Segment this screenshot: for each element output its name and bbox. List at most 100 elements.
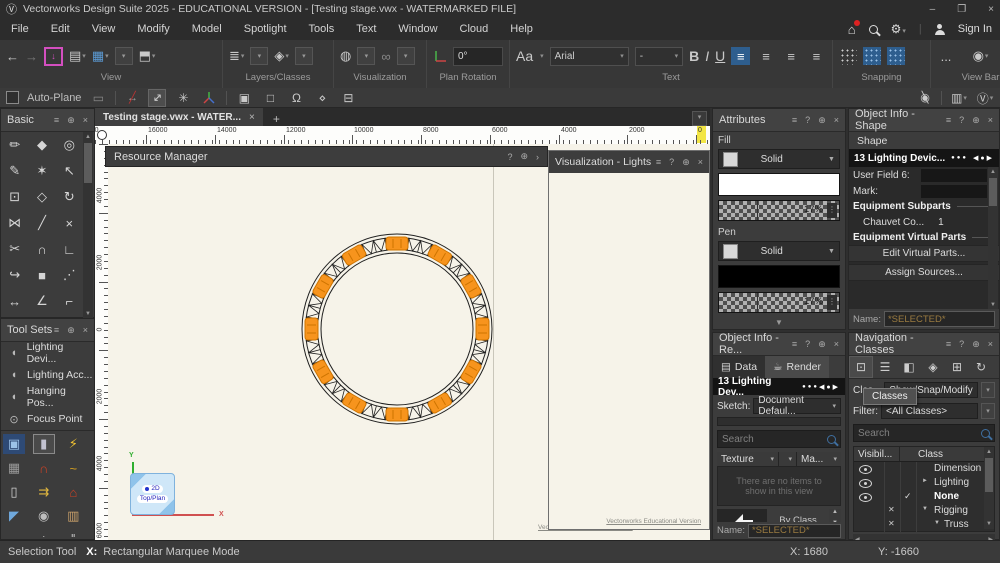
- attributes-expander[interactable]: ▼: [718, 318, 840, 327]
- user-avatar-icon[interactable]: [934, 24, 945, 35]
- move-by-points-tool[interactable]: ⊡: [1, 184, 28, 210]
- align-right-button[interactable]: ≡: [782, 47, 801, 65]
- document-tab[interactable]: Testing stage.vwx - WATER... ×: [95, 108, 263, 126]
- menu-help[interactable]: Help: [499, 23, 544, 35]
- tab-shape[interactable]: Shape: [849, 132, 999, 149]
- align-justify-button[interactable]: ≡: [807, 47, 826, 65]
- 3d-axis-mode-icon[interactable]: [200, 89, 218, 107]
- shape-panel-scrollbar[interactable]: ▲ ▼: [988, 167, 998, 310]
- palette-pin-icon[interactable]: ⊕: [972, 339, 980, 350]
- truss-tool[interactable]: ▮: [32, 434, 55, 454]
- rotate-tool[interactable]: ↻: [56, 184, 83, 210]
- class-row-lighting[interactable]: ► Lighting: [854, 476, 994, 490]
- menu-file[interactable]: File: [0, 23, 40, 35]
- offset-tool[interactable]: ↪: [1, 262, 28, 288]
- house-rigging-tool[interactable]: ⌂: [62, 482, 84, 502]
- fill-opacity-menu-icon[interactable]: ⋮: [827, 203, 837, 218]
- palette-close-icon[interactable]: ×: [83, 115, 88, 125]
- hidden-x-icon[interactable]: ✕: [888, 519, 895, 528]
- working-plane-icon[interactable]: ▭: [89, 89, 107, 107]
- power-tool[interactable]: ⚡: [62, 434, 84, 454]
- lighting-device[interactable]: [385, 407, 409, 422]
- expand-arrow-icon[interactable]: ►: [922, 478, 928, 484]
- assign-sources-button[interactable]: Assign Sources...: [849, 264, 999, 281]
- italic-button[interactable]: I: [705, 48, 709, 64]
- visible-eye-icon[interactable]: [859, 465, 872, 474]
- class-row-none[interactable]: ✓ None: [854, 490, 994, 504]
- fill-opacity-slider[interactable]: 17% ⋮: [718, 200, 840, 221]
- layers-dropdown[interactable]: ▾: [250, 47, 269, 65]
- name-input[interactable]: *SELECTED*: [747, 523, 841, 538]
- close-button[interactable]: ×: [988, 4, 994, 15]
- column-visibility[interactable]: Visibil...: [854, 447, 900, 461]
- text-style-icon[interactable]: Aa: [516, 48, 533, 64]
- video-screen-tool[interactable]: ◤: [3, 506, 25, 526]
- underline-button[interactable]: U: [715, 48, 725, 64]
- dim-angle-tool[interactable]: ⌐: [56, 288, 83, 314]
- palette-pin-icon[interactable]: ⊕: [682, 157, 690, 168]
- basic-palette-scrollbar[interactable]: ▲ ▼: [83, 132, 93, 319]
- wand-tool[interactable]: ✶: [28, 158, 55, 184]
- render-dropdown[interactable]: ▾: [357, 47, 376, 65]
- render-style-dropdown[interactable]: ▾: [396, 47, 415, 65]
- new-tab-button[interactable]: +: [273, 112, 280, 126]
- nav-tab-saved-views[interactable]: ◈: [921, 356, 945, 378]
- multiple-object-mode-icon[interactable]: ✳: [174, 89, 192, 107]
- menu-spotlight[interactable]: Spotlight: [233, 23, 298, 35]
- lighting-device[interactable]: [475, 317, 490, 341]
- pen-style-dropdown[interactable]: Solid ▼: [718, 241, 840, 261]
- sketch-dropdown[interactable]: Document Defaul... ▾: [753, 395, 841, 417]
- next-object-button[interactable]: ▶: [833, 384, 840, 391]
- pen-opacity-slider[interactable]: 17% ⋮: [718, 292, 840, 313]
- toolset-lighting-accessories[interactable]: ◖ Lighting Acc...: [1, 364, 94, 386]
- render-style-glasses-icon[interactable]: ∞: [381, 49, 390, 64]
- menu-edit[interactable]: Edit: [40, 23, 81, 35]
- toolbar-overflow-button[interactable]: ...: [941, 49, 952, 64]
- fit-to-objects-icon[interactable]: ↓: [44, 46, 63, 66]
- column-class[interactable]: Class: [900, 447, 994, 461]
- resource-manager-bar[interactable]: Resource Manager ? ⊕ ›: [105, 146, 548, 167]
- minimize-button[interactable]: –: [930, 4, 936, 15]
- eyedropper-tool[interactable]: ✎: [1, 158, 28, 184]
- column-blank[interactable]: ▾: [779, 452, 797, 466]
- distribution-tool[interactable]: ⇉: [33, 482, 55, 502]
- freehand-tool[interactable]: ✏: [1, 132, 28, 158]
- menu-modify[interactable]: Modify: [126, 23, 180, 35]
- collapse-icon[interactable]: ›: [536, 152, 539, 162]
- menu-model[interactable]: Model: [181, 23, 233, 35]
- mark-input[interactable]: [921, 184, 987, 198]
- palette-menu-icon[interactable]: ≡: [946, 115, 951, 125]
- selection-pointer-tool[interactable]: ↖: [56, 158, 83, 184]
- cabinet-mode-icon[interactable]: ⊟: [339, 89, 357, 107]
- palette-pin-icon[interactable]: ⊕: [520, 151, 528, 162]
- view-dropdown[interactable]: ▾: [114, 47, 133, 65]
- next-object-button[interactable]: ▶: [987, 155, 994, 162]
- forward-icon[interactable]: →: [25, 49, 38, 64]
- delete-tool[interactable]: ×: [56, 210, 83, 236]
- standard-view-cube-icon[interactable]: ⬒ ▾: [139, 48, 156, 64]
- lumber-tool[interactable]: ▬: [3, 530, 25, 538]
- settings-gear-icon[interactable]: ⚙▾: [891, 22, 906, 36]
- menu-view[interactable]: View: [81, 23, 127, 35]
- lasso-marquee-icon[interactable]: Ω: [287, 89, 305, 107]
- font-family-select[interactable]: Arial ▾: [549, 46, 629, 66]
- layers-icon[interactable]: ≣ ▾: [229, 48, 244, 64]
- shear-tool[interactable]: ╱: [28, 210, 55, 236]
- palette-pin-icon[interactable]: ⊕: [818, 115, 826, 126]
- beam-tool[interactable]: I: [33, 530, 55, 538]
- palette-menu-icon[interactable]: ≡: [54, 115, 59, 125]
- palette-menu-icon[interactable]: ≡: [792, 115, 797, 125]
- snap-smart-icon[interactable]: [887, 47, 905, 65]
- palette-menu-icon[interactable]: ≡: [792, 339, 797, 349]
- toolset-lighting-devices[interactable]: ◖ Lighting Devi...: [1, 341, 94, 365]
- classes-dropdown[interactable]: ▾: [294, 47, 313, 65]
- crate-tool[interactable]: ▥: [62, 506, 84, 526]
- back-icon[interactable]: ←: [6, 49, 19, 64]
- fillet-tool[interactable]: ∩: [28, 236, 55, 262]
- palette-menu-icon[interactable]: ≡: [54, 325, 59, 335]
- lighting-device[interactable]: [304, 317, 319, 341]
- render-mode-icon[interactable]: ◍: [340, 48, 351, 64]
- menu-text[interactable]: Text: [345, 23, 387, 35]
- menu-cloud[interactable]: Cloud: [449, 23, 500, 35]
- expand-arrow-icon[interactable]: ▼: [934, 520, 940, 526]
